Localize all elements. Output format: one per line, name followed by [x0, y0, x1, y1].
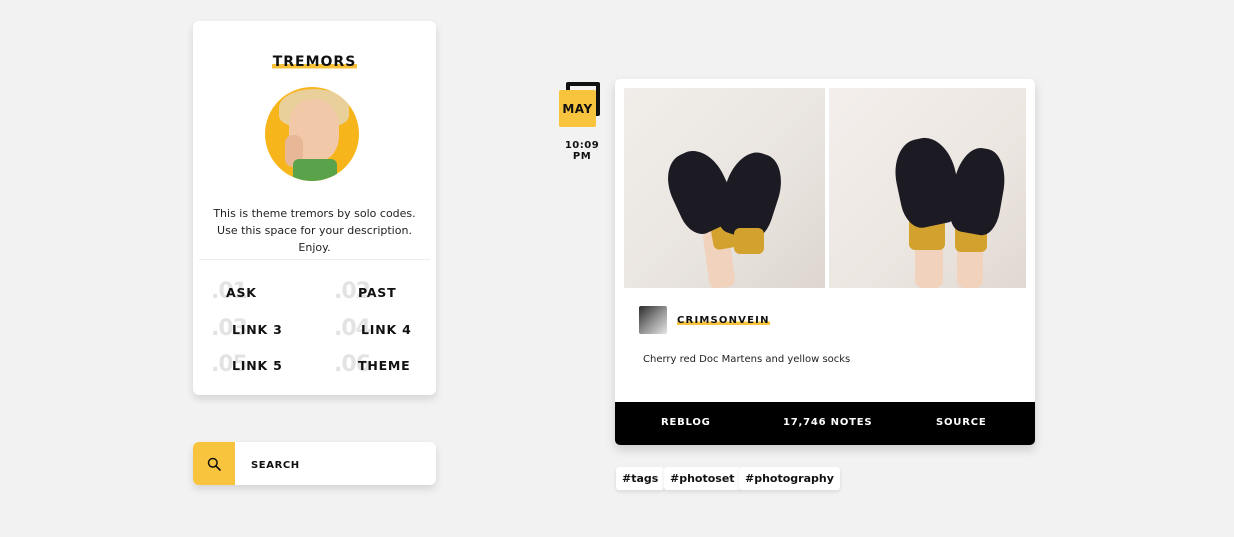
nav-link-4[interactable]: .04 LINK 4 — [334, 316, 434, 342]
nav-link-theme[interactable]: .06 THEME — [334, 352, 434, 378]
photo-2[interactable] — [829, 88, 1026, 288]
poster-avatar[interactable] — [639, 306, 667, 334]
tag[interactable]: #photoset — [664, 467, 741, 490]
link-label: PAST — [358, 285, 397, 300]
link-label: LINK 3 — [232, 322, 283, 337]
search-bar — [193, 442, 436, 485]
post-footer: REBLOG 17,746 NOTES SOURCE — [615, 402, 1035, 445]
nav-link-3[interactable]: .03 LINK 3 — [211, 316, 311, 342]
link-label: LINK 4 — [361, 322, 412, 337]
link-label: LINK 5 — [232, 358, 283, 373]
sidebar-card: TREMORS This is theme tremors by solo co… — [193, 21, 436, 395]
blog-title[interactable]: TREMORS — [271, 54, 358, 70]
nav-link-past[interactable]: .02 PAST — [334, 279, 434, 305]
tag[interactable]: #tags — [616, 467, 665, 490]
avatar-collar — [293, 159, 337, 181]
link-label: ASK — [226, 285, 257, 300]
search-button[interactable] — [193, 442, 235, 485]
post-card: CRIMSONVEIN Cherry red Doc Martens and y… — [615, 79, 1035, 445]
post-month[interactable]: MAY — [559, 90, 596, 127]
avatar — [265, 87, 359, 181]
shoe-right — [945, 144, 1011, 238]
post-caption: Cherry red Doc Martens and yellow socks — [643, 354, 851, 365]
link-label: THEME — [358, 358, 411, 373]
notes-count[interactable]: 17,746 NOTES — [783, 417, 872, 428]
reblog-button[interactable]: REBLOG — [661, 417, 711, 428]
post-time[interactable]: 10:09 PM — [555, 140, 609, 162]
search-icon — [207, 457, 221, 471]
nav-link-5[interactable]: .05 LINK 5 — [211, 352, 311, 378]
photo-1[interactable] — [624, 88, 825, 288]
search-input[interactable] — [249, 455, 423, 475]
divider — [199, 259, 430, 260]
tag[interactable]: #photography — [739, 467, 840, 490]
blog-description: This is theme tremors by solo codes. Use… — [213, 207, 416, 254]
blog-title-wrap: TREMORS — [193, 51, 436, 70]
poster-name[interactable]: CRIMSONVEIN — [677, 315, 770, 326]
source-link[interactable]: SOURCE — [936, 417, 987, 428]
sock-right — [734, 228, 764, 254]
nav-link-ask[interactable]: .01 ASK — [211, 279, 311, 305]
